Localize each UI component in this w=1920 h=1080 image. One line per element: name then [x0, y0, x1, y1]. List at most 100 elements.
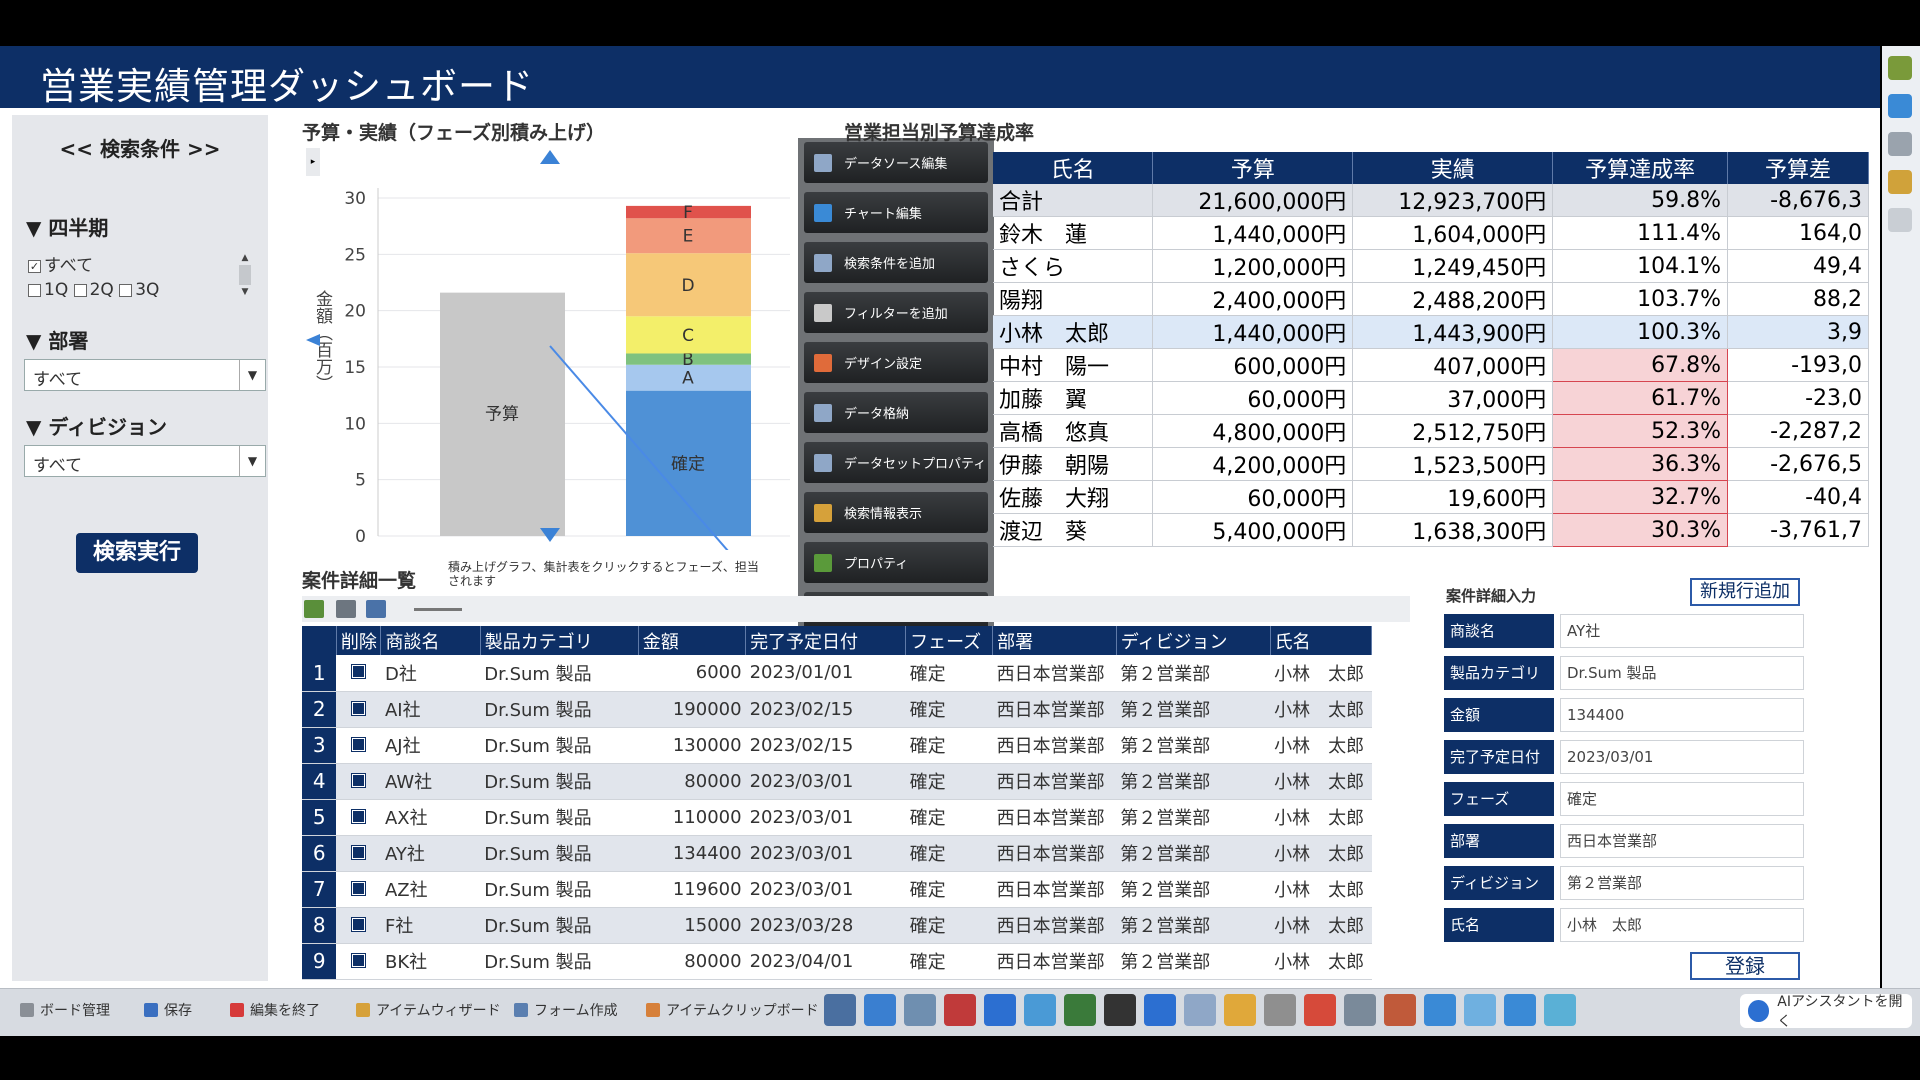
- budget-header[interactable]: 予算: [1152, 152, 1354, 184]
- toolbar-item-icon-9[interactable]: [1144, 994, 1176, 1026]
- detail-header[interactable]: 完了予定日付: [745, 626, 907, 655]
- department-select[interactable]: すべて ▼: [24, 359, 266, 391]
- table-row[interactable]: 2 AI社 Dr.Sum 製品 190000 2023/02/15 確定 西日本営業部 第２営…: [302, 691, 1372, 728]
- delete-checkbox[interactable]: [336, 871, 381, 908]
- budget-header[interactable]: 氏名: [993, 152, 1154, 184]
- statusbar-item-5[interactable]: フォーム作成: [514, 1000, 618, 1020]
- add-row-icon[interactable]: [304, 600, 324, 618]
- toolbar-item-icon-15[interactable]: [1384, 994, 1416, 1026]
- toolbar-item-icon-18[interactable]: [1504, 994, 1536, 1026]
- table-row[interactable]: 3 AJ社 Dr.Sum 製品 130000 2023/02/15 確定 西日本営業部 第２営…: [302, 727, 1372, 764]
- quarter-scrollbar[interactable]: ▲ ▼: [238, 253, 252, 303]
- toolbar-item-icon-10[interactable]: [1184, 994, 1216, 1026]
- search-icon[interactable]: [1888, 94, 1912, 118]
- menu-item-3[interactable]: 検索条件を追加: [804, 242, 988, 283]
- form-input[interactable]: 小林 太郎: [1560, 908, 1804, 942]
- statusbar-item-6[interactable]: アイテムクリップボード: [646, 1000, 819, 1020]
- delete-checkbox[interactable]: [336, 943, 381, 980]
- delete-checkbox[interactable]: [336, 763, 381, 800]
- menu-item-2[interactable]: チャート編集: [804, 192, 988, 233]
- detail-header[interactable]: フェーズ: [905, 626, 994, 655]
- detail-header[interactable]: [302, 626, 337, 655]
- delete-checkbox[interactable]: [336, 655, 381, 692]
- search-execute-button[interactable]: 検索実行: [76, 533, 198, 573]
- budget-row[interactable]: 佐藤 大翔 60,000円 19,600円 32.7% -40,4: [993, 480, 1869, 514]
- q1-checkbox[interactable]: 1Q: [28, 280, 68, 300]
- budget-header[interactable]: 予算差: [1727, 152, 1869, 184]
- statusbar-item-4[interactable]: アイテムウィザード: [356, 1000, 501, 1020]
- budget-row[interactable]: 伊藤 朝陽 4,200,000円 1,523,500円 36.3% -2,676,5: [993, 447, 1869, 481]
- budget-row[interactable]: 加藤 翼 60,000円 37,000円 61.7% -23,0: [993, 381, 1869, 415]
- table-row[interactable]: 4 AW社 Dr.Sum 製品 80000 2023/03/01 確定 西日本営業部 第２営業…: [302, 763, 1372, 800]
- detail-header[interactable]: 金額: [638, 626, 747, 655]
- form-input[interactable]: 西日本営業部: [1560, 824, 1804, 858]
- form-input[interactable]: 2023/03/01: [1560, 740, 1804, 774]
- detail-header[interactable]: 削除: [336, 626, 382, 655]
- table-row[interactable]: 1 D社 Dr.Sum 製品 6000 2023/01/01 確定 西日本営業部 第２営業部小…: [302, 655, 1372, 692]
- list-icon[interactable]: [1888, 132, 1912, 156]
- detail-header[interactable]: 商談名: [380, 626, 481, 655]
- menu-item-7[interactable]: データセットプロパティ: [804, 442, 988, 483]
- detail-header[interactable]: ディビジョン: [1116, 626, 1271, 655]
- budget-header[interactable]: 実績: [1352, 152, 1554, 184]
- toolbar-item-icon-3[interactable]: [904, 994, 936, 1026]
- menu-item-5[interactable]: デザイン設定: [804, 342, 988, 383]
- delete-checkbox[interactable]: [336, 835, 381, 872]
- table-row[interactable]: 5 AX社 Dr.Sum 製品 110000 2023/03/01 確定 西日本営業部 第２営…: [302, 799, 1372, 836]
- toolbar-item-icon-13[interactable]: [1304, 994, 1336, 1026]
- budget-phase-chart[interactable]: 0 5 10 15 20 25 30 金額（百万） 予算 確定 A B C D E F: [300, 150, 800, 621]
- q3-checkbox[interactable]: 3Q: [119, 280, 159, 300]
- toolbar-item-icon-8[interactable]: [1104, 994, 1136, 1026]
- form-input[interactable]: 134400: [1560, 698, 1804, 732]
- menu-item-6[interactable]: データ格納: [804, 392, 988, 433]
- menu-item-4[interactable]: フィルターを追加: [804, 292, 988, 333]
- q2-checkbox[interactable]: 2Q: [73, 280, 114, 300]
- menu-item-1[interactable]: データソース編集: [804, 142, 988, 183]
- toolbar-item-icon-7[interactable]: [1064, 994, 1096, 1026]
- table-row[interactable]: 8 F社 Dr.Sum 製品 15000 2023/03/28 確定 西日本営業部 第２営業部…: [302, 907, 1372, 944]
- delete-checkbox[interactable]: [336, 799, 381, 836]
- toolbar-item-icon-1[interactable]: [824, 994, 856, 1026]
- division-header[interactable]: ▼ ディビジョン: [26, 411, 167, 440]
- quarter-header[interactable]: ▼ 四半期: [26, 212, 108, 241]
- form-input[interactable]: 確定: [1560, 782, 1804, 816]
- toolbar-item-icon-6[interactable]: [1024, 994, 1056, 1026]
- menu-item-9[interactable]: プロパティ: [804, 542, 988, 583]
- menu-item-8[interactable]: 検索情報表示: [804, 492, 988, 533]
- budget-row[interactable]: 合計 21,600,000円 12,923,700円 59.8% -8,676,3: [993, 184, 1869, 217]
- budget-row[interactable]: 中村 陽一 600,000円 407,000円 67.8% -193,0: [993, 348, 1869, 382]
- export-icon[interactable]: [366, 600, 386, 618]
- toolbar-item-icon-12[interactable]: [1264, 994, 1296, 1026]
- budget-row[interactable]: さくら 1,200,000円 1,249,450円 104.1% 49,4: [993, 249, 1869, 283]
- form-input[interactable]: AY社: [1560, 614, 1804, 648]
- detail-header[interactable]: 製品カテゴリ: [480, 626, 639, 655]
- toolbar-item-icon-14[interactable]: [1344, 994, 1376, 1026]
- form-input[interactable]: 第２営業部: [1560, 866, 1804, 900]
- budget-row[interactable]: 小林 太郎 1,440,000円 1,443,900円 100.3% 3,9: [993, 315, 1869, 349]
- statusbar-item-2[interactable]: 保存: [144, 1000, 192, 1020]
- budget-row[interactable]: 鈴木 蓮 1,440,000円 1,604,000円 111.4% 164,0: [993, 216, 1869, 250]
- key-icon[interactable]: [1888, 170, 1912, 194]
- quarter-all-checkbox[interactable]: ✓ すべて: [28, 251, 93, 276]
- department-header[interactable]: ▼ 部署: [26, 325, 88, 354]
- detail-header[interactable]: 氏名: [1270, 626, 1373, 655]
- toolbar-item-icon-4[interactable]: [944, 994, 976, 1026]
- add-new-row-button[interactable]: 新規行追加: [1690, 578, 1800, 606]
- toolbar-item-icon-19[interactable]: [1544, 994, 1576, 1026]
- toolbar-item-icon-11[interactable]: [1224, 994, 1256, 1026]
- toolbar-item-icon-17[interactable]: [1464, 994, 1496, 1026]
- form-input[interactable]: Dr.Sum 製品: [1560, 656, 1804, 690]
- delete-checkbox[interactable]: [336, 727, 381, 764]
- detail-header[interactable]: 部署: [992, 626, 1117, 655]
- toolbar-item-icon-5[interactable]: [984, 994, 1016, 1026]
- register-button[interactable]: 登録: [1690, 952, 1800, 980]
- delete-checkbox[interactable]: [336, 691, 381, 728]
- ai-assistant-button[interactable]: AIアシスタントを開く: [1740, 994, 1912, 1030]
- document-icon[interactable]: [1888, 208, 1912, 232]
- budget-row[interactable]: 高橋 悠真 4,800,000円 2,512,750円 52.3% -2,287,2: [993, 414, 1869, 448]
- toolbar-item-icon-16[interactable]: [1424, 994, 1456, 1026]
- table-row[interactable]: 6 AY社 Dr.Sum 製品 134400 2023/03/01 確定 西日本営業部 第２営…: [302, 835, 1372, 872]
- statusbar-item-1[interactable]: ボード管理: [20, 1000, 110, 1020]
- pencil-icon[interactable]: [1888, 56, 1912, 80]
- budget-row[interactable]: 陽翔 2,400,000円 2,488,200円 103.7% 88,2: [993, 282, 1869, 316]
